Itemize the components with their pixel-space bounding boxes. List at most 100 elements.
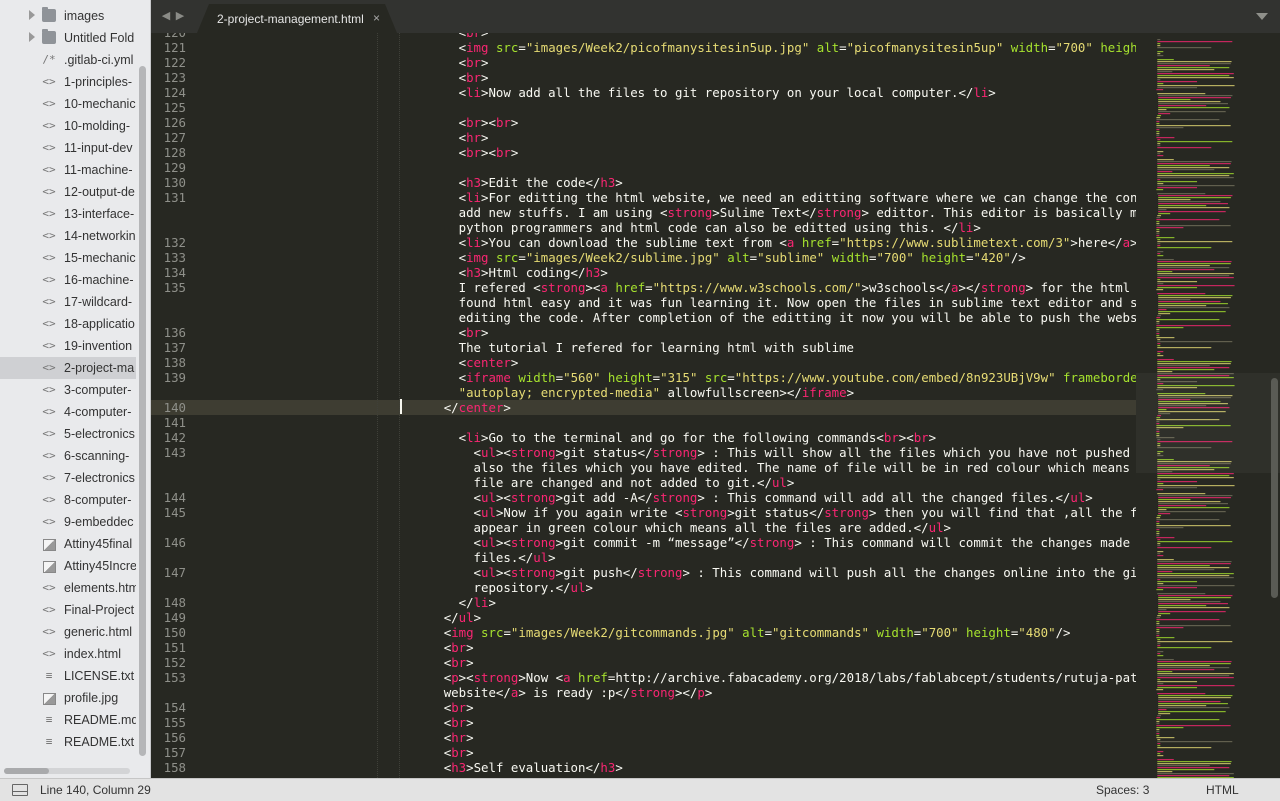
- sidebar-item-16-machine[interactable]: <> 16-machine-: [0, 269, 136, 291]
- sidebar-item-5-electronics[interactable]: <> 5-electronics: [0, 423, 136, 445]
- code-line[interactable]: 140 </center>: [151, 400, 1136, 415]
- code-line[interactable]: 139 <iframe width="560" height="315" src…: [151, 370, 1136, 385]
- sidebar-item-9-embeddec[interactable]: <> 9-embeddec: [0, 511, 136, 533]
- sidebar-item-10-mechanic[interactable]: <> 10-mechanic: [0, 93, 136, 115]
- code-line[interactable]: 144 <ul><strong>git add -A</strong> : Th…: [151, 490, 1136, 505]
- minimap[interactable]: [1136, 33, 1280, 778]
- code-line[interactable]: 137 The tutorial I refered for learning …: [151, 340, 1136, 355]
- code-line[interactable]: 122 <br>: [151, 55, 1136, 70]
- minimap-viewport[interactable]: [1136, 373, 1280, 473]
- sidebar-item-profile-jpg[interactable]: profile.jpg: [0, 687, 136, 709]
- disclosure-arrow-icon[interactable]: [29, 10, 35, 20]
- code-line[interactable]: 149 </ul>: [151, 610, 1136, 625]
- code-line[interactable]: website</a> is ready :p</strong></p>: [151, 685, 1136, 700]
- sidebar-item-14-networkin[interactable]: <> 14-networkin: [0, 225, 136, 247]
- sidebar-item-4-computer[interactable]: <> 4-computer-: [0, 401, 136, 423]
- code-line[interactable]: 128 <br><br>: [151, 145, 1136, 160]
- sidebar-item-19-invention[interactable]: <> 19-invention: [0, 335, 136, 357]
- code-line[interactable]: 126 <br><br>: [151, 115, 1136, 130]
- code-line[interactable]: 141: [151, 415, 1136, 430]
- sidebar-item-11-machine[interactable]: <> 11-machine-: [0, 159, 136, 181]
- code-line[interactable]: 150 <img src="images/Week2/gitcommands.j…: [151, 625, 1136, 640]
- code-line[interactable]: 148 </li>: [151, 595, 1136, 610]
- sidebar-item-attiny45final[interactable]: Attiny45final: [0, 533, 136, 555]
- sidebar-item-7-electronics[interactable]: <> 7-electronics: [0, 467, 136, 489]
- code-line[interactable]: 130 <h3>Edit the code</h3>: [151, 175, 1136, 190]
- code-line[interactable]: 156 <hr>: [151, 730, 1136, 745]
- code-line[interactable]: 143 <ul><strong>git status</strong> : Th…: [151, 445, 1136, 460]
- code-line[interactable]: file are changed and not added to git.</…: [151, 475, 1136, 490]
- sidebar-item-8-computer[interactable]: <> 8-computer-: [0, 489, 136, 511]
- code-line[interactable]: 157 <br>: [151, 745, 1136, 760]
- chevron-down-icon[interactable]: [1256, 13, 1268, 20]
- code-line[interactable]: files.</ul>: [151, 550, 1136, 565]
- sidebar-item-untitled-fold[interactable]: Untitled Fold: [0, 27, 136, 49]
- sidebar-item-readme-md[interactable]: ≡ README.md: [0, 709, 136, 731]
- sidebar-item-12-output-de[interactable]: <> 12-output-de: [0, 181, 136, 203]
- code-line[interactable]: 146 <ul><strong>git commit -m “message”<…: [151, 535, 1136, 550]
- sidebar-item-3-computer[interactable]: <> 3-computer-: [0, 379, 136, 401]
- code-line[interactable]: 142 <li>Go to the terminal and go for th…: [151, 430, 1136, 445]
- code-line[interactable]: 136 <br>: [151, 325, 1136, 340]
- code-line[interactable]: 124 <li>Now add all the files to git rep…: [151, 85, 1136, 100]
- next-tab-icon[interactable]: ▶: [173, 9, 187, 23]
- sidebar-item-1-principles[interactable]: <> 1-principles-: [0, 71, 136, 93]
- editor-vertical-scrollbar[interactable]: [1271, 378, 1278, 598]
- code-line[interactable]: 152 <br>: [151, 655, 1136, 670]
- indentation-setting[interactable]: Spaces: 3: [1096, 783, 1149, 797]
- code-line[interactable]: found html easy and it was fun learning …: [151, 295, 1136, 310]
- code-line[interactable]: 154 <br>: [151, 700, 1136, 715]
- sidebar-item-index-html[interactable]: <> index.html: [0, 643, 136, 665]
- sidebar-item-final-project[interactable]: <> Final-Project: [0, 599, 136, 621]
- code-line[interactable]: 158 <h3>Self evaluation</h3>: [151, 760, 1136, 775]
- code-line[interactable]: 151 <br>: [151, 640, 1136, 655]
- code-line[interactable]: python programmers and html code can als…: [151, 220, 1136, 235]
- sidebar-item-6-scanning[interactable]: <> 6-scanning-: [0, 445, 136, 467]
- code-line[interactable]: "autoplay; encrypted-media" allowfullscr…: [151, 385, 1136, 400]
- sidebar-item-generic-html[interactable]: <> generic.html: [0, 621, 136, 643]
- sidebar-horizontal-scroll-thumb[interactable]: [4, 768, 49, 774]
- code-line[interactable]: 121 <img src="images/Week2/picofmanysite…: [151, 40, 1136, 55]
- code-line[interactable]: 125: [151, 100, 1136, 115]
- code-line[interactable]: appear in green colour which means all t…: [151, 520, 1136, 535]
- code-line[interactable]: 145 <ul>Now if you again write <strong>g…: [151, 505, 1136, 520]
- sidebar-item-attiny45incre[interactable]: Attiny45Incre: [0, 555, 136, 577]
- code-line[interactable]: 133 <img src="images/Week2/sublime.jpg" …: [151, 250, 1136, 265]
- code-line[interactable]: 120 <br>: [151, 33, 1136, 40]
- code-line[interactable]: add new stuffs. I am using <strong>Sulim…: [151, 205, 1136, 220]
- sidebar-item-13-interface[interactable]: <> 13-interface-: [0, 203, 136, 225]
- code-line[interactable]: 129: [151, 160, 1136, 175]
- code-line[interactable]: editing the code. After completion of th…: [151, 310, 1136, 325]
- sidebar-vertical-scrollbar[interactable]: [139, 66, 146, 756]
- previous-tab-icon[interactable]: ◀: [159, 9, 173, 23]
- code-line[interactable]: 155 <br>: [151, 715, 1136, 730]
- sidebar-item-11-input-dev[interactable]: <> 11-input-dev: [0, 137, 136, 159]
- code-line[interactable]: 135 I refered <strong><a href="https://w…: [151, 280, 1136, 295]
- sidebar-item-gitlab-ci-yml[interactable]: /* .gitlab-ci.yml: [0, 49, 136, 71]
- disclosure-arrow-icon[interactable]: [29, 32, 35, 42]
- code-line[interactable]: 132 <li>You can download the sublime tex…: [151, 235, 1136, 250]
- code-editor[interactable]: 120 <br>121 <img src="images/Week2/picof…: [151, 33, 1136, 778]
- sidebar-item-elements-htm[interactable]: <> elements.htm: [0, 577, 136, 599]
- sidebar-item-10-molding[interactable]: <> 10-molding-: [0, 115, 136, 137]
- syntax-setting[interactable]: HTML: [1206, 783, 1239, 797]
- code-line[interactable]: repository.</ul>: [151, 580, 1136, 595]
- code-line[interactable]: 134 <h3>Html coding</h3>: [151, 265, 1136, 280]
- sidebar-item-18-applicatio[interactable]: <> 18-applicatio: [0, 313, 136, 335]
- sidebar-item-readme-txt[interactable]: ≡ README.txt: [0, 731, 136, 753]
- tab-2-project-management[interactable]: 2-project-management.html ×: [197, 4, 397, 33]
- panel-toggle-icon[interactable]: [12, 784, 28, 796]
- code-line[interactable]: 127 <hr>: [151, 130, 1136, 145]
- code-line[interactable]: 131 <li>For editting the html website, w…: [151, 190, 1136, 205]
- code-line[interactable]: 138 <center>: [151, 355, 1136, 370]
- sidebar-item-17-wildcard[interactable]: <> 17-wildcard-: [0, 291, 136, 313]
- close-icon[interactable]: ×: [373, 11, 380, 25]
- sidebar-item-license-txt[interactable]: ≡ LICENSE.txt: [0, 665, 136, 687]
- code-line[interactable]: 147 <ul><strong>git push</strong> : This…: [151, 565, 1136, 580]
- sidebar-item-2-project-ma[interactable]: <> 2-project-ma: [0, 357, 136, 379]
- sidebar-item-images[interactable]: images: [0, 5, 136, 27]
- code-line[interactable]: 153 <p><strong>Now <a href=http://archiv…: [151, 670, 1136, 685]
- sidebar-item-15-mechanic[interactable]: <> 15-mechanic: [0, 247, 136, 269]
- code-line[interactable]: also the files which you have edited. Th…: [151, 460, 1136, 475]
- code-line[interactable]: 123 <br>: [151, 70, 1136, 85]
